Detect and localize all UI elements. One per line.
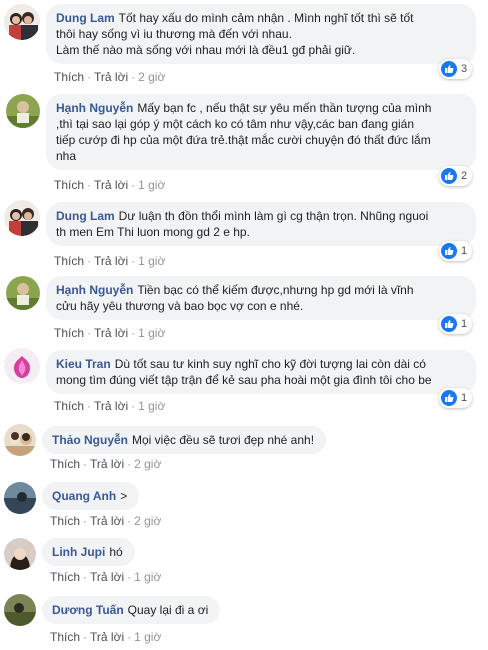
- commenter-name[interactable]: Kieu Tran: [56, 357, 111, 371]
- like-thumbs-up-icon: [441, 390, 457, 406]
- commenter-name[interactable]: Dung Lam: [56, 209, 115, 223]
- timestamp[interactable]: 2 giờ: [134, 514, 161, 528]
- like-button[interactable]: Thích: [54, 254, 84, 268]
- like-thumbs-up-icon: [441, 243, 457, 259]
- reply-button[interactable]: Trả lời: [94, 178, 128, 192]
- reply-button[interactable]: Trả lời: [90, 570, 124, 584]
- reply-button[interactable]: Trả lời: [94, 70, 128, 84]
- comment-bubble: Dung Lam Dư luận th đồn thổi mình làm gì …: [46, 202, 476, 246]
- comment-item: Dung Lam Dư luận th đồn thổi mình làm gì …: [0, 196, 488, 270]
- timestamp[interactable]: 1 giờ: [138, 326, 165, 340]
- comment-bubble: Kieu Tran Dù tốt sau tư kinh suy nghĩ cho…: [46, 350, 476, 394]
- like-thumbs-up-icon: [441, 61, 457, 77]
- reply-button[interactable]: Trả lời: [90, 630, 124, 644]
- like-thumbs-up-icon: [441, 168, 457, 184]
- comment-actions: Thích · Trả lời · 1 giờ: [54, 326, 166, 340]
- like-button[interactable]: Thích: [50, 570, 80, 584]
- like-button[interactable]: Thích: [54, 326, 84, 340]
- commenter-name[interactable]: Dung Lam: [56, 11, 115, 25]
- reaction-number: 2: [461, 170, 468, 182]
- reply-button[interactable]: Trả lời: [94, 326, 128, 340]
- comment-text: hó: [109, 545, 123, 559]
- like-thumbs-up-icon: [441, 316, 457, 332]
- reaction-number: 3: [461, 63, 468, 75]
- commenter-name[interactable]: Dương Tuấn: [52, 603, 124, 617]
- comment-item: Dung Lam Tốt hay xấu do mình cảm nhận . M…: [0, 0, 488, 88]
- timestamp[interactable]: 2 giờ: [138, 70, 165, 84]
- like-button[interactable]: Thích: [50, 630, 80, 644]
- comment-item: Dương Tuấn Quay lại đi a ơi Thích · Trả lời…: [0, 590, 488, 650]
- reaction-count[interactable]: 2: [439, 166, 473, 186]
- comment-text: Dù tốt sau tư kinh suy nghĩ cho kỹ đời t…: [56, 357, 432, 387]
- comment-item: Kieu Tran Dù tốt sau tư kinh suy nghĩ cho…: [0, 342, 488, 418]
- like-button[interactable]: Thích: [50, 457, 80, 471]
- reaction-number: 1: [461, 245, 468, 257]
- comment-bubble: Dung Lam Tốt hay xấu do mình cảm nhận . M…: [46, 4, 476, 64]
- timestamp[interactable]: 1 giờ: [138, 178, 165, 192]
- like-button[interactable]: Thích: [54, 178, 84, 192]
- commenter-name[interactable]: Thảo Nguyễn: [52, 433, 128, 447]
- reaction-number: 1: [461, 318, 468, 330]
- comment-actions: Thích · Trả lời · 1 giờ: [54, 178, 166, 192]
- comment-bubble: Hạnh Nguyễn Tiền bạc có thể kiếm được,như…: [46, 276, 476, 320]
- comment-item: Hạnh Nguyễn Mấy bạn fc , nếu thật sự yêu …: [0, 88, 488, 196]
- comment-actions: Thích · Trả lời · 1 giờ: [54, 254, 166, 268]
- avatar[interactable]: [4, 200, 40, 236]
- comment-item: Linh Jupi hó Thích · Trả lời · 1 giờ: [0, 534, 488, 590]
- reply-button[interactable]: Trả lời: [90, 457, 124, 471]
- comment-text: Mọi việc đều sẽ tươi đẹp nhé anh!: [132, 433, 315, 447]
- comment-text: >: [120, 489, 128, 503]
- like-button[interactable]: Thích: [54, 70, 84, 84]
- comment-bubble: Dương Tuấn Quay lại đi a ơi: [42, 596, 221, 624]
- reaction-count[interactable]: 1: [439, 241, 473, 261]
- commenter-name[interactable]: Linh Jupi: [52, 545, 105, 559]
- timestamp[interactable]: 1 giờ: [138, 254, 165, 268]
- reply-button[interactable]: Trả lời: [94, 399, 128, 413]
- like-button[interactable]: Thích: [54, 399, 84, 413]
- reply-button[interactable]: Trả lời: [90, 514, 124, 528]
- comment-bubble: Linh Jupi hó: [42, 538, 135, 566]
- avatar[interactable]: [4, 424, 36, 456]
- timestamp[interactable]: 1 giờ: [138, 399, 165, 413]
- comment-bubble: Quang Anh >: [42, 482, 140, 510]
- comment-actions: Thích · Trả lời · 1 giờ: [50, 630, 162, 644]
- commenter-name[interactable]: Hạnh Nguyễn: [56, 283, 133, 297]
- reaction-number: 1: [461, 392, 468, 404]
- avatar[interactable]: [4, 482, 36, 514]
- comment-item: Hạnh Nguyễn Tiền bạc có thể kiếm được,như…: [0, 270, 488, 342]
- timestamp[interactable]: 2 giờ: [134, 457, 161, 471]
- timestamp[interactable]: 1 giờ: [134, 630, 161, 644]
- comment-text: Quay lại đi a ơi: [127, 603, 209, 617]
- avatar[interactable]: [4, 4, 40, 40]
- avatar[interactable]: [4, 594, 36, 626]
- comment-actions: Thích · Trả lời · 2 giờ: [54, 70, 166, 84]
- avatar[interactable]: [4, 538, 36, 570]
- comment-item: Quang Anh > Thích · Trả lời · 2 giờ: [0, 478, 488, 534]
- avatar[interactable]: [6, 276, 40, 310]
- like-button[interactable]: Thích: [50, 514, 80, 528]
- commenter-name[interactable]: Hạnh Nguyễn: [56, 101, 133, 115]
- reply-button[interactable]: Trả lời: [94, 254, 128, 268]
- comment-item: Thảo Nguyễn Mọi việc đều sẽ tươi đẹp nhé …: [0, 418, 488, 478]
- comment-bubble: Thảo Nguyễn Mọi việc đều sẽ tươi đẹp nhé …: [42, 426, 327, 454]
- comment-actions: Thích · Trả lời · 2 giờ: [50, 457, 162, 471]
- comment-actions: Thích · Trả lời · 1 giờ: [54, 399, 166, 413]
- avatar[interactable]: [6, 94, 40, 128]
- comment-actions: Thích · Trả lời · 2 giờ: [50, 514, 162, 528]
- comment-actions: Thích · Trả lời · 1 giờ: [50, 570, 162, 584]
- avatar[interactable]: [4, 348, 40, 384]
- comment-bubble: Hạnh Nguyễn Mấy bạn fc , nếu thật sự yêu …: [46, 94, 476, 170]
- reaction-count[interactable]: 1: [439, 388, 473, 408]
- reaction-count[interactable]: 3: [439, 59, 473, 79]
- reaction-count[interactable]: 1: [439, 314, 473, 334]
- timestamp[interactable]: 1 giờ: [134, 570, 161, 584]
- commenter-name[interactable]: Quang Anh: [52, 489, 116, 503]
